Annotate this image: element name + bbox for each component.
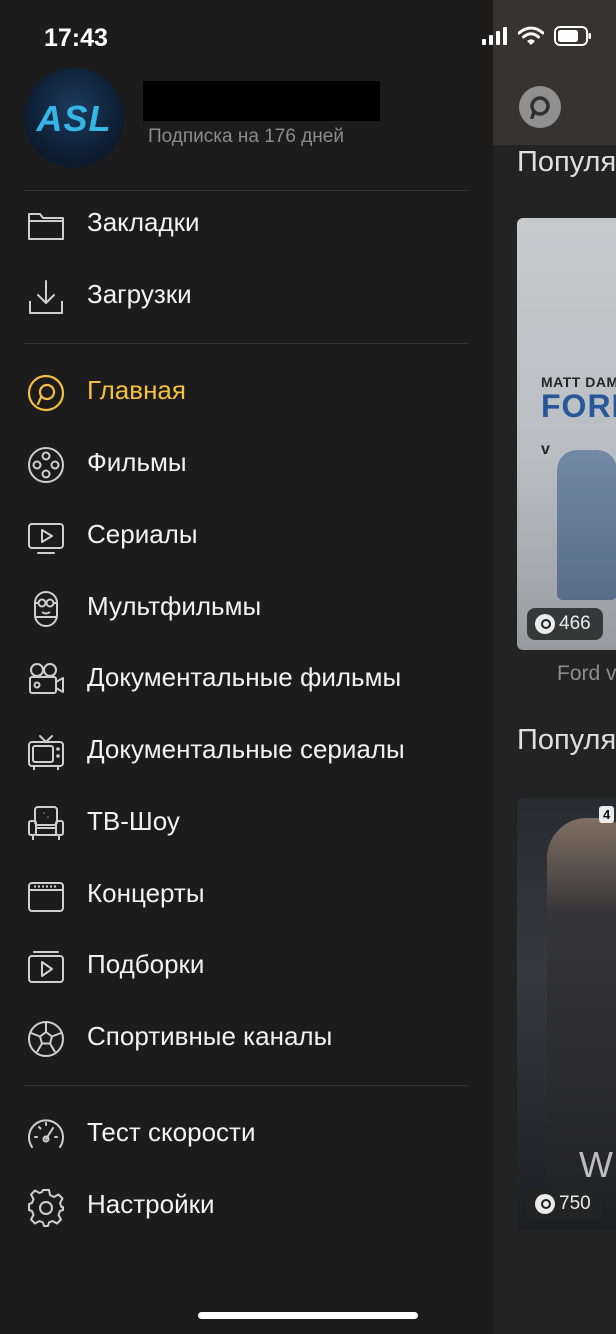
drawer-scrim[interactable] — [493, 0, 616, 1334]
menu-item-label: Концерты — [87, 878, 205, 908]
wifi-icon — [518, 26, 544, 45]
menu-item-label: Документальные сериалы — [87, 734, 405, 764]
menu-item-label: Фильмы — [87, 447, 187, 477]
armchair-icon — [28, 806, 64, 840]
collection-icon — [28, 951, 64, 983]
navigation-drawer: 17:43 ASL Подписка на 176 дней Закладки … — [0, 0, 591, 1334]
download-icon — [29, 280, 63, 314]
home-indicator[interactable] — [198, 1312, 418, 1319]
menu-item-label: Настройки — [87, 1189, 215, 1219]
menu-item-settings[interactable]: Настройки — [0, 1175, 493, 1235]
menu-item-label: ТВ-Шоу — [87, 806, 180, 836]
camera-icon — [29, 663, 64, 694]
menu-item-home[interactable]: Главная — [0, 361, 493, 421]
subscription-status: Подписка на 176 дней — [148, 126, 344, 147]
menu-item-label: Подборки — [87, 949, 205, 979]
divider — [24, 1085, 468, 1086]
retro-tv-icon — [28, 735, 64, 770]
folder-icon — [28, 213, 64, 240]
menu-item-label: Мультфильмы — [87, 591, 262, 621]
signal-icon — [482, 27, 507, 45]
status-icons — [482, 26, 592, 46]
soccer-ball-icon — [28, 1021, 64, 1057]
battery-icon — [554, 26, 591, 46]
divider — [24, 343, 468, 344]
menu-item-documentary-series[interactable]: Документальные сериалы — [0, 720, 493, 780]
tv-play-icon — [28, 523, 64, 554]
minion-icon — [34, 591, 58, 627]
menu-item-collections[interactable]: Подборки — [0, 935, 493, 995]
divider — [24, 190, 468, 191]
menu-item-speed-test[interactable]: Тест скорости — [0, 1103, 493, 1163]
background-app[interactable]: Популя MATT DAMON FORD v 466 Ford v Попу… — [493, 0, 616, 1334]
menu-item-movies[interactable]: Фильмы — [0, 433, 493, 493]
avatar-logo-text: ASL — [36, 98, 112, 139]
menu-item-label: Закладки — [87, 207, 200, 237]
amplifier-icon — [28, 882, 64, 912]
gear-icon — [28, 1189, 64, 1227]
menu-item-label: Главная — [87, 375, 186, 405]
menu-item-documentary-films[interactable]: Документальные фильмы — [0, 648, 493, 708]
menu-item-label: Сериалы — [87, 519, 198, 549]
status-time: 17:43 — [44, 24, 108, 52]
menu-item-sports-channels[interactable]: Спортивные каналы — [0, 1007, 493, 1067]
redacted-username — [143, 81, 380, 121]
menu-item-label: Документальные фильмы — [87, 662, 402, 692]
menu-item-label: Загрузки — [87, 279, 192, 309]
menu-item-label: Спортивные каналы — [87, 1021, 333, 1051]
menu-item-tv-shows[interactable]: ТВ-Шоу — [0, 792, 493, 852]
home-logo-icon — [27, 374, 65, 412]
film-reel-icon — [28, 447, 64, 483]
menu-item-bookmarks[interactable]: Закладки — [0, 193, 493, 253]
menu-item-label: Тест скорости — [87, 1117, 256, 1147]
menu-item-concerts[interactable]: Концерты — [0, 864, 493, 924]
menu-item-cartoons[interactable]: Мультфильмы — [0, 577, 493, 637]
menu-item-downloads[interactable]: Загрузки — [0, 265, 493, 325]
menu-item-series[interactable]: Сериалы — [0, 505, 493, 565]
speedometer-icon — [28, 1119, 64, 1148]
avatar[interactable]: ASL — [24, 68, 124, 168]
